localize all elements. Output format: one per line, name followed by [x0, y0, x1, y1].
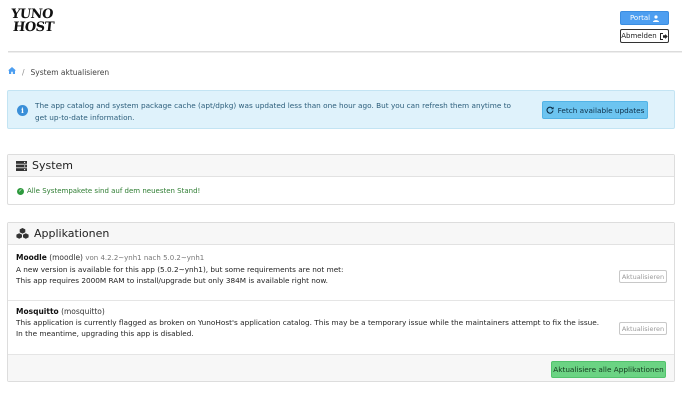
applications-card-footer: Aktualisiere alle Applikationen [8, 355, 674, 381]
fetch-updates-label: Fetch available updates [557, 105, 645, 115]
refresh-icon [546, 106, 554, 114]
update-mosquitto-button[interactable]: Aktualisieren [619, 322, 667, 335]
app-message-line1: A new version is available for this app … [16, 265, 344, 274]
app-id: (mosquitto) [61, 307, 105, 316]
home-icon[interactable] [8, 67, 16, 77]
logout-button[interactable]: Abmelden [620, 29, 669, 43]
breadcrumb-current: System aktualisieren [30, 67, 110, 77]
app-item-mosquitto: Mosquitto (mosquitto) This application i… [8, 303, 674, 355]
breadcrumb: / System aktualisieren [8, 67, 109, 77]
system-card: System ✓ Alle Systempakete sind auf dem … [7, 154, 675, 205]
app-message-line2: In the meantime, upgrading this app is d… [16, 329, 194, 338]
app-title-line: Mosquitto (mosquitto) [16, 306, 674, 317]
info-alert: i The app catalog and system package cac… [7, 90, 675, 129]
header-divider [8, 51, 682, 52]
portal-button[interactable]: Portal [620, 11, 669, 25]
app-name: Mosquitto [16, 307, 59, 316]
fetch-updates-button[interactable]: Fetch available updates [542, 101, 648, 119]
app-version: von 4.2.2~ynh1 nach 5.0.2~ynh1 [85, 254, 205, 262]
app-name: Moodle [16, 253, 47, 262]
app-message-line1: This application is currently flagged as… [16, 318, 600, 327]
yunohost-logo[interactable]: YUNO HOST [10, 7, 55, 44]
cubes-icon [16, 228, 29, 239]
app-title-line: Moodle (moodle) von 4.2.2~ynh1 nach 5.0.… [16, 252, 674, 264]
info-message: The app catalog and system package cache… [35, 101, 512, 122]
breadcrumb-separator: / [22, 67, 25, 77]
app-item-moodle: Moodle (moodle) von 4.2.2~ynh1 nach 5.0.… [8, 249, 674, 301]
server-icon [16, 160, 27, 171]
info-icon: i [17, 105, 28, 116]
sign-out-icon [659, 32, 668, 40]
applications-card: Applikationen Moodle (moodle) von 4.2.2~… [7, 222, 675, 382]
system-card-header: System [8, 155, 674, 177]
app-id: (moodle) [49, 253, 83, 262]
update-moodle-button[interactable]: Aktualisieren [619, 270, 667, 283]
app-message-line2: This app requires 2000M RAM to install/u… [16, 276, 328, 285]
user-icon [653, 14, 660, 22]
applications-card-title: Applikationen [34, 227, 110, 240]
logout-label: Abmelden [621, 32, 657, 40]
applications-card-header: Applikationen [8, 223, 674, 245]
update-all-apps-button[interactable]: Aktualisiere alle Applikationen [551, 361, 666, 378]
system-status-text: Alle Systempakete sind auf dem neuesten … [27, 187, 201, 195]
system-status: ✓ Alle Systempakete sind auf dem neueste… [17, 187, 200, 195]
portal-label: Portal [629, 14, 651, 22]
check-circle-icon: ✓ [17, 187, 24, 195]
system-card-title: System [32, 159, 74, 172]
logo-text-line2: HOST [12, 20, 55, 35]
